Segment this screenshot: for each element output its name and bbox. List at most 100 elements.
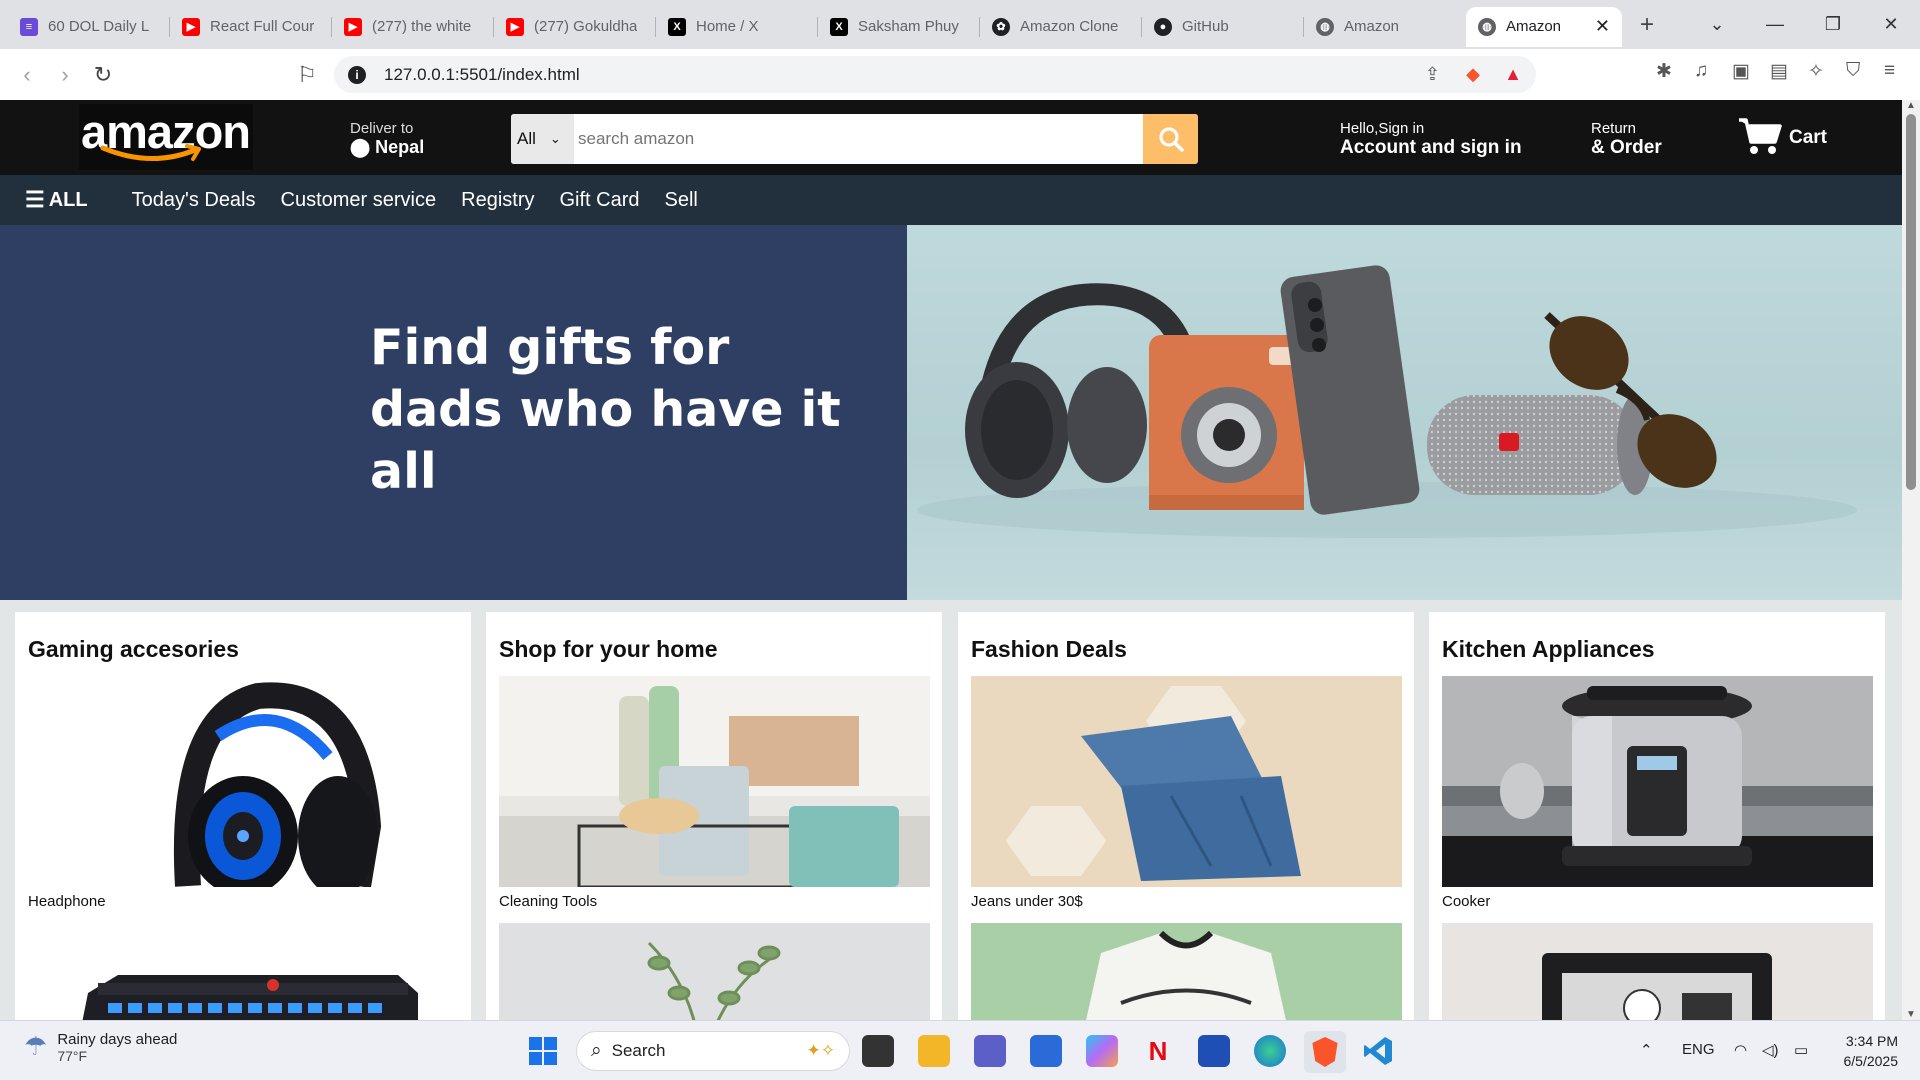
brave-shields-icon[interactable]: ◆ <box>1466 64 1480 85</box>
close-window-icon[interactable]: ✕ <box>1862 14 1920 35</box>
browser-tab[interactable]: ✿ Amazon Clone <box>980 7 1142 47</box>
url-bar[interactable]: i 127.0.0.1:5501/index.html ⇪ ◆ ▲ <box>334 56 1536 93</box>
coffee-machine-image <box>1442 923 1873 1032</box>
media-icon[interactable]: ♫ <box>1694 60 1708 82</box>
browser-tab[interactable]: ▶ (277) Gokuldha <box>494 7 656 47</box>
wallet-icon[interactable]: ▤ <box>1770 60 1788 83</box>
browser-tab[interactable]: X Home / X <box>656 7 818 47</box>
card-caption[interactable]: Jeans under 30$ <box>971 893 1083 910</box>
copilot-sparkle-icon: ✦✧ <box>806 1041 836 1060</box>
store-icon[interactable] <box>1030 1035 1062 1067</box>
brave-taskbar-icon[interactable] <box>1304 1031 1346 1073</box>
netflix-icon[interactable]: N <box>1142 1035 1174 1067</box>
wifi-icon[interactable]: ◠ <box>1734 1041 1747 1059</box>
edge-icon[interactable] <box>1254 1035 1286 1067</box>
language-indicator[interactable]: ENG <box>1682 1041 1715 1058</box>
hero-image <box>907 225 1902 600</box>
card-title: Fashion Deals <box>971 636 1127 662</box>
copilot-icon[interactable] <box>1086 1035 1118 1067</box>
brave-rewards-icon[interactable]: ▲ <box>1504 64 1522 85</box>
windows-taskbar: ☂ Rainy days ahead 77°F ⌕ Search ✦✧ N ⌃ … <box>0 1020 1920 1080</box>
hero-banner[interactable]: Find gifts for dads who have it all <box>0 225 1902 600</box>
battery-icon[interactable]: ▭ <box>1794 1041 1808 1059</box>
browser-tab[interactable]: ● GitHub <box>1142 7 1304 47</box>
tab-label: (277) the white <box>372 18 472 35</box>
product-image[interactable] <box>499 676 930 887</box>
product-image[interactable] <box>1442 923 1873 1032</box>
scrollbar-thumb[interactable] <box>1906 114 1916 490</box>
sidebar-icon[interactable]: ▣ <box>1732 60 1750 83</box>
nav-sell[interactable]: Sell <box>665 189 698 212</box>
scroll-down-icon[interactable]: ▼ <box>1906 1009 1916 1020</box>
product-image[interactable] <box>28 676 459 887</box>
restore-icon[interactable]: ❐ <box>1804 14 1862 35</box>
browser-tab[interactable]: X Saksham Phuy <box>818 7 980 47</box>
cart-button[interactable]: Cart <box>1737 116 1827 156</box>
minimize-icon[interactable]: — <box>1746 14 1804 35</box>
x-icon: X <box>668 17 686 36</box>
site-info-icon[interactable]: i <box>348 65 366 84</box>
nav-gift-card[interactable]: Gift Card <box>559 189 639 212</box>
extensions-icon[interactable]: ✱ <box>1656 60 1672 83</box>
account-menu[interactable]: Hello,Sign in Account and sign in <box>1340 120 1522 159</box>
file-explorer-icon[interactable] <box>918 1035 950 1067</box>
card-caption[interactable]: Cooker <box>1442 893 1490 910</box>
nav-todays-deals[interactable]: Today's Deals <box>132 189 256 212</box>
close-tab-icon[interactable]: ✕ <box>1595 16 1610 37</box>
app-icon[interactable] <box>1198 1035 1230 1067</box>
returns-orders[interactable]: Return & Order <box>1591 120 1662 159</box>
deliver-location: Nepal <box>375 137 425 157</box>
nav-registry[interactable]: Registry <box>461 189 534 212</box>
clock[interactable]: 3:34 PM 6/5/2025 <box>1844 1031 1899 1071</box>
menu-icon[interactable]: ≡ <box>1884 60 1895 82</box>
teams-icon[interactable] <box>974 1035 1006 1067</box>
browser-tab[interactable]: ▶ React Full Cour <box>170 7 332 47</box>
bookmark-icon[interactable]: ⚐ <box>288 62 326 88</box>
all-menu-button[interactable]: ☰ ALL <box>25 187 88 213</box>
leo-ai-icon[interactable]: ✧ <box>1808 60 1824 83</box>
globe-icon: ◍ <box>1316 17 1334 36</box>
product-image[interactable] <box>499 923 930 1032</box>
search-input[interactable] <box>574 114 1143 164</box>
product-image[interactable] <box>28 923 459 1032</box>
reload-icon[interactable]: ↻ <box>84 62 122 88</box>
tab-search-icon[interactable]: ⌄ <box>1688 14 1746 35</box>
deliver-to[interactable]: Deliver to ⬤ Nepal <box>350 120 424 158</box>
card-caption[interactable]: Headphone <box>28 893 106 910</box>
back-icon[interactable]: ‹ <box>8 62 46 88</box>
taskbar-search[interactable]: ⌕ Search ✦✧ <box>576 1031 850 1071</box>
chevron-up-icon[interactable]: ⌃ <box>1640 1041 1653 1059</box>
start-icon[interactable] <box>527 1035 559 1067</box>
browser-tab[interactable]: ◍ Amazon <box>1304 7 1466 47</box>
product-image[interactable] <box>971 676 1402 887</box>
hamburger-icon: ☰ <box>25 187 45 212</box>
product-image[interactable] <box>971 923 1402 1032</box>
browser-tab[interactable]: ▶ (277) the white <box>332 7 494 47</box>
nav-customer-service[interactable]: Customer service <box>281 189 437 212</box>
search-category-select[interactable]: All ⌄ <box>511 114 574 164</box>
share-icon[interactable]: ⇪ <box>1425 64 1440 85</box>
browser-tab-active[interactable]: ◍ Amazon ✕ <box>1466 6 1622 47</box>
new-tab-icon[interactable]: + <box>1640 11 1654 39</box>
card-title: Gaming accesories <box>28 636 239 662</box>
clock-date: 6/5/2025 <box>1843 1053 1899 1069</box>
gaming-keyboard-image <box>28 923 459 1032</box>
card-caption[interactable]: Cleaning Tools <box>499 893 597 910</box>
amazon-logo[interactable]: amazon <box>79 104 253 170</box>
page-scrollbar[interactable]: ▲ ▼ <box>1902 100 1920 1020</box>
chevron-down-icon: ⌄ <box>549 131 561 146</box>
scroll-up-icon[interactable]: ▲ <box>1906 100 1916 111</box>
product-image[interactable] <box>1442 676 1873 887</box>
forward-icon[interactable]: › <box>46 62 84 88</box>
vscode-icon[interactable] <box>1362 1035 1394 1067</box>
search-button[interactable] <box>1143 114 1198 164</box>
amazon-nav-bar: ☰ ALL Today's Deals Customer service Reg… <box>0 175 1902 225</box>
task-view-icon[interactable] <box>862 1035 894 1067</box>
smile-arrow-icon <box>100 144 201 161</box>
youtube-icon: ▶ <box>506 17 524 36</box>
browser-tab[interactable]: ≡ 60 DOL Daily L <box>8 7 170 47</box>
volume-icon[interactable]: ◁) <box>1762 1041 1779 1059</box>
url-text[interactable]: 127.0.0.1:5501/index.html <box>384 65 580 85</box>
weather-widget[interactable]: ☂ Rainy days ahead 77°F <box>24 1031 177 1064</box>
vpn-icon[interactable]: ⛉ <box>1846 60 1860 82</box>
